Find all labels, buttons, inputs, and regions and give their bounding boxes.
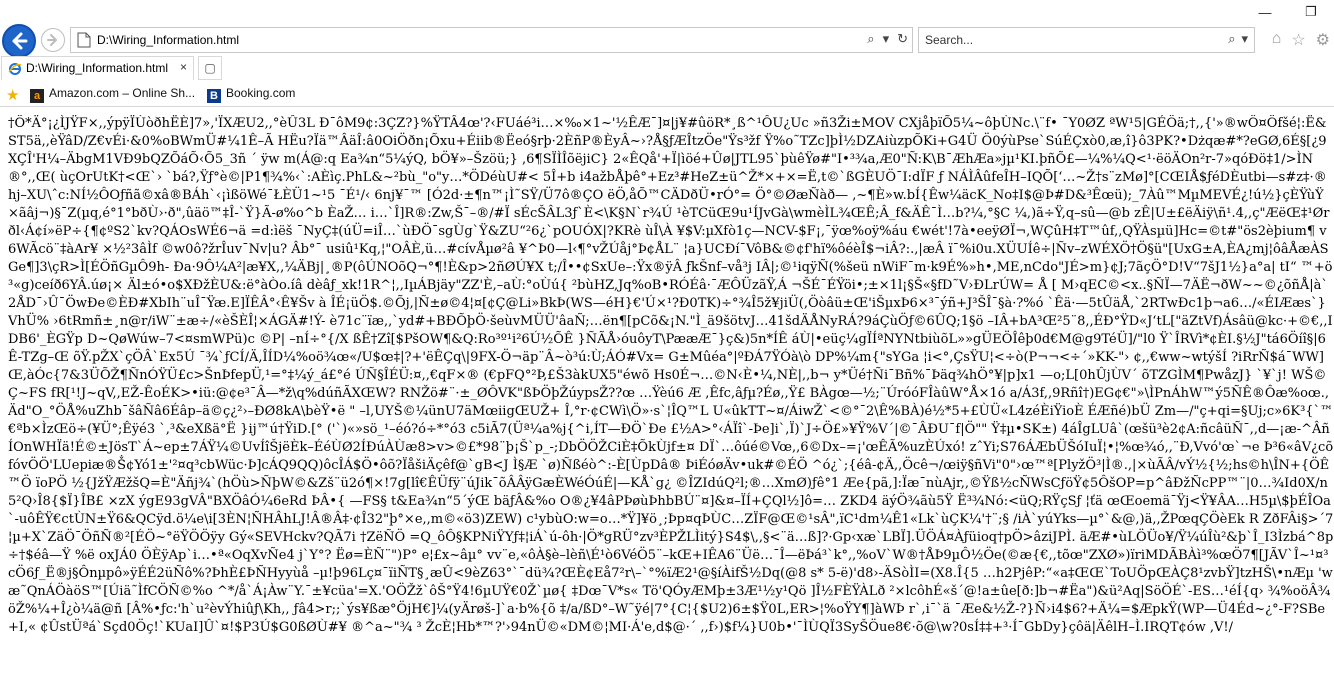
refresh-icon[interactable]: ↻ <box>897 31 908 47</box>
search-box[interactable]: Search... ⌕ ▾ <box>918 27 1255 53</box>
close-tab-icon[interactable]: × <box>180 60 187 74</box>
window-controls: — ❐ <box>1242 0 1334 24</box>
toolbar-icons: ⌂ ☆ ⚙ <box>1272 30 1330 50</box>
search-dropdown-icon[interactable]: ▾ <box>1241 31 1248 47</box>
tab-wiring-information[interactable]: D:\Wiring_Information.html × <box>1 56 194 80</box>
tab-bar: D:\Wiring_Information.html × ▢ <box>0 56 1334 80</box>
favorite-label: Booking.com <box>226 86 296 100</box>
new-tab-button[interactable]: ▢ <box>198 56 222 80</box>
search-input[interactable]: Search... <box>925 33 973 47</box>
favorite-link-amazon[interactable]: a Amazon.com – Online Sh... <box>30 86 195 103</box>
restore-button[interactable]: ❐ <box>1288 0 1334 24</box>
title-bar: — ❐ <box>0 0 1334 24</box>
garbled-text-body: †Ö*Ä°¡¿ÌJŸF×,,ýpÿÏÙòðhËÈ]7»,'ÏXÆU2,,°èÛ3… <box>8 116 1334 635</box>
page-icon <box>77 32 91 48</box>
home-icon[interactable]: ⌂ <box>1272 30 1282 50</box>
tab-label: D:\Wiring_Information.html <box>26 61 169 75</box>
favorite-link-booking[interactable]: B Booking.com <box>207 86 295 103</box>
dropdown-icon[interactable]: ▾ <box>883 31 890 47</box>
ie-icon <box>8 63 22 75</box>
page-content: †Ö*Ä°¡¿ÌJŸF×,,ýpÿÏÙòðhËÈ]7»,'ÏXÆU2,,°èÛ3… <box>8 115 1334 698</box>
address-bar[interactable]: D:\Wiring_Information.html ⌕ ▾ ↻ <box>70 27 913 53</box>
back-button[interactable] <box>2 24 36 58</box>
navigation-bar: D:\Wiring_Information.html ⌕ ▾ ↻ Search.… <box>0 24 1334 58</box>
search-icon[interactable]: ⌕ <box>1228 31 1235 47</box>
amazon-icon: a <box>30 89 44 103</box>
forward-arrow-icon <box>47 34 57 46</box>
favorites-star-icon[interactable]: ☆ <box>1291 30 1305 50</box>
forward-button[interactable] <box>41 28 65 52</box>
favorites-star-icon[interactable]: ★ <box>6 86 19 104</box>
address-actions: ⌕ ▾ ↻ <box>867 31 908 47</box>
gear-icon[interactable]: ⚙ <box>1316 30 1330 50</box>
favorite-label: Amazon.com – Online Sh... <box>49 86 196 100</box>
search-actions: ⌕ ▾ <box>1228 31 1248 47</box>
favorites-bar: ★ a Amazon.com – Online Sh... B Booking.co… <box>0 80 1334 107</box>
new-tab-icon: ▢ <box>204 61 216 75</box>
search-icon[interactable]: ⌕ <box>867 31 874 47</box>
address-text[interactable]: D:\Wiring_Information.html <box>97 33 239 47</box>
back-arrow-icon <box>12 32 28 50</box>
minimize-button[interactable]: — <box>1242 0 1288 24</box>
booking-icon: B <box>207 89 221 103</box>
